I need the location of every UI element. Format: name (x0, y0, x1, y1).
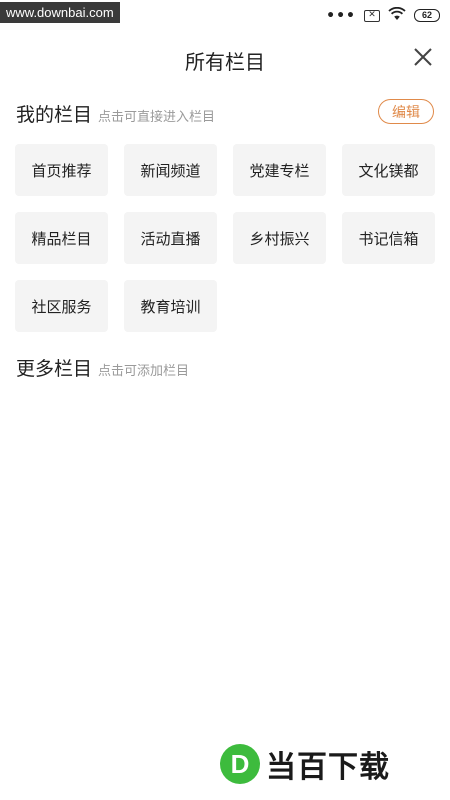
all-channels-page: www.downbai.com ••• ✕ 62 所有栏目 我的栏目 点击可直接… (0, 0, 450, 800)
edit-button[interactable]: 编辑 (378, 99, 434, 124)
page-title: 所有栏目 (185, 50, 265, 74)
more-channels-title: 更多栏目 (16, 358, 93, 380)
channel-tile[interactable]: 首页推荐 (15, 144, 108, 196)
sim-x-icon: ✕ (364, 9, 380, 22)
my-channels-title: 我的栏目 (16, 104, 93, 126)
close-button[interactable] (412, 46, 434, 68)
more-channels-hint: 点击可添加栏目 (98, 364, 190, 379)
channel-tile[interactable]: 书记信箱 (342, 212, 435, 264)
channel-tile[interactable]: 新闻频道 (124, 144, 217, 196)
channel-tile[interactable]: 活动直播 (124, 212, 217, 264)
more-dots-icon: ••• (326, 7, 356, 24)
channel-tile[interactable]: 文化镁都 (342, 144, 435, 196)
channel-tile[interactable]: 乡村振兴 (233, 212, 326, 264)
close-icon (414, 48, 432, 66)
channel-tile[interactable]: 教育培训 (124, 280, 217, 332)
status-bar: www.downbai.com ••• ✕ 62 (0, 0, 450, 30)
more-channels-heading: 更多栏目 点击可添加栏目 (16, 354, 189, 381)
my-channels-hint: 点击可直接进入栏目 (98, 110, 216, 125)
channel-tile[interactable]: 精品栏目 (15, 212, 108, 264)
wifi-icon (388, 6, 406, 25)
logo-d-icon: D (220, 744, 260, 784)
channel-tile[interactable]: 社区服务 (15, 280, 108, 332)
site-watermark: www.downbai.com (0, 2, 120, 23)
channel-tile[interactable]: 党建专栏 (233, 144, 326, 196)
battery-indicator: 62 (414, 9, 440, 22)
downbai-logo: D 当百下载 (220, 742, 390, 786)
header: 所有栏目 (0, 38, 450, 78)
status-icons: ••• ✕ 62 (326, 6, 440, 25)
my-channels-heading: 我的栏目 点击可直接进入栏目 (16, 100, 215, 127)
logo-text: 当百下载 (266, 750, 390, 785)
